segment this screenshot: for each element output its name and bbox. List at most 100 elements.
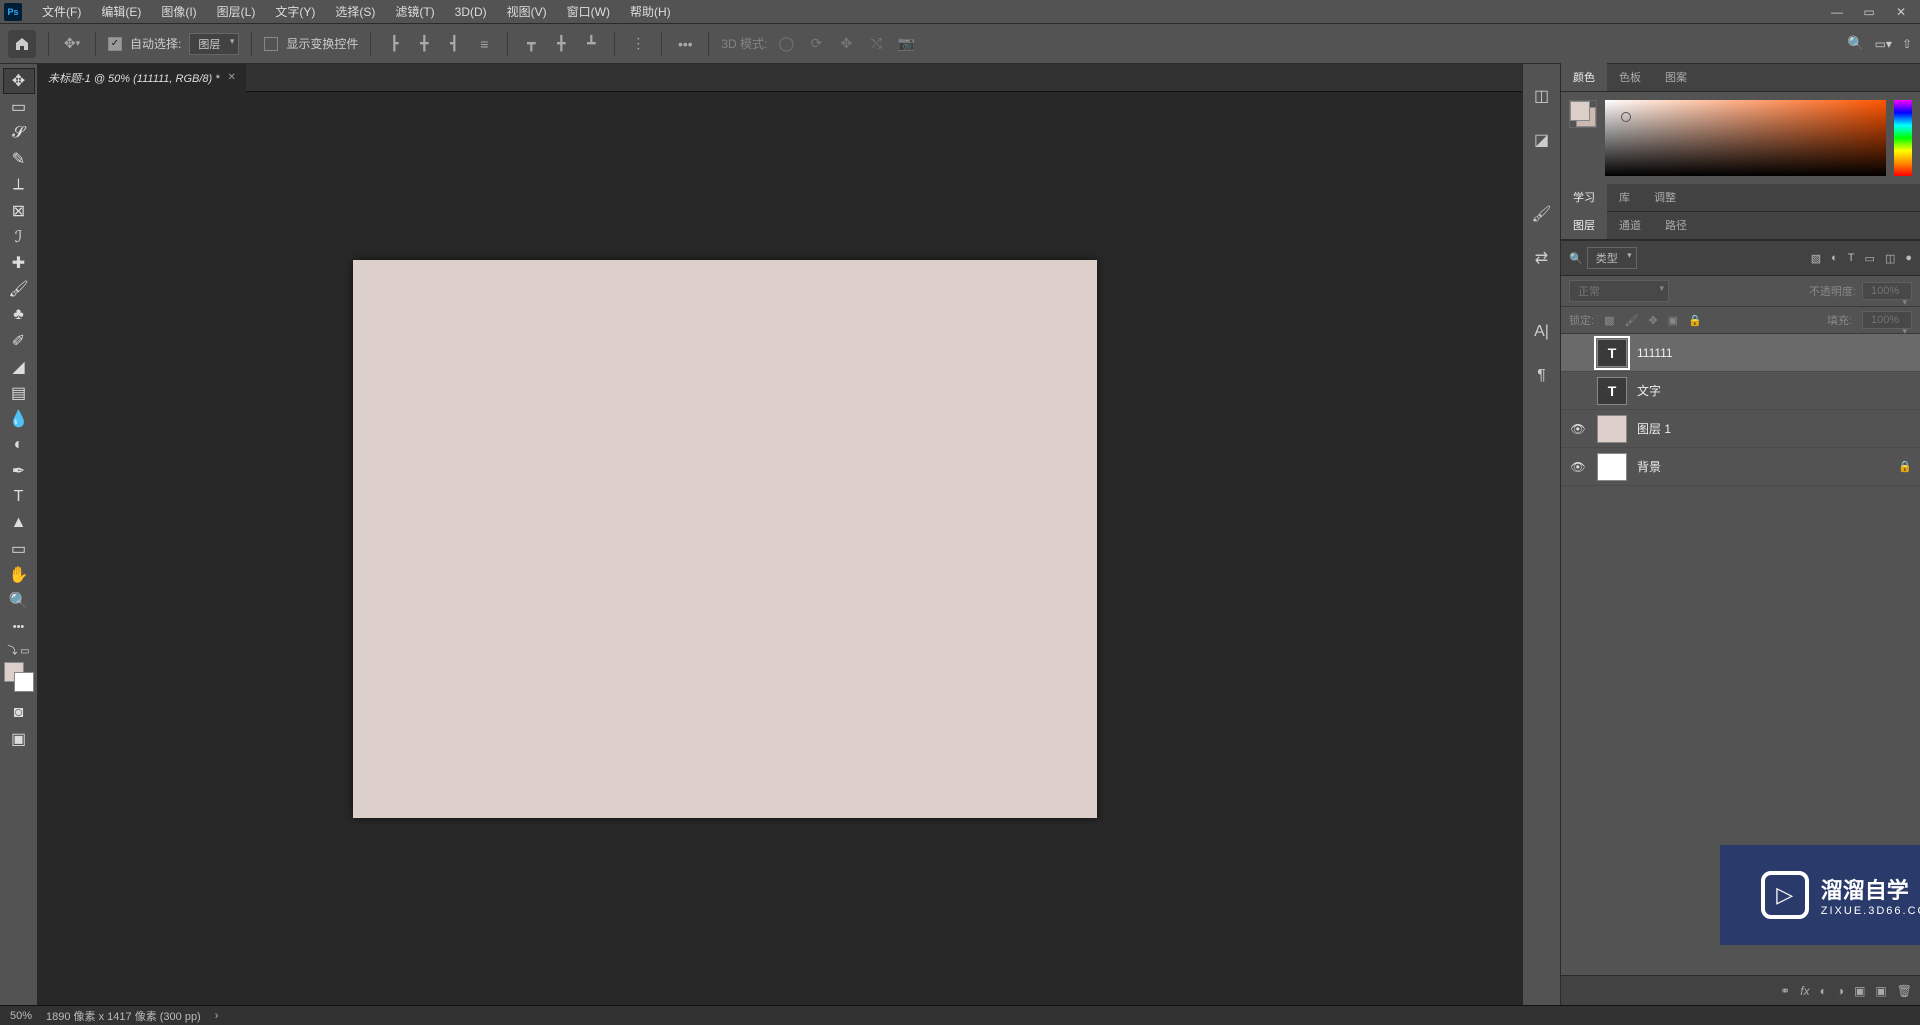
quickmask-tool[interactable]: ◙ — [3, 700, 35, 726]
mask-icon[interactable]: ◐ — [1820, 984, 1827, 998]
tab-color[interactable]: 颜色 — [1561, 63, 1607, 91]
align-top-icon[interactable]: ┳ — [520, 33, 542, 55]
move-tool[interactable]: ✥ — [3, 68, 35, 94]
tab-learn[interactable]: 学习 — [1561, 183, 1607, 211]
distribute-icon[interactable]: ≡ — [473, 33, 495, 55]
healing-tool[interactable]: ✚ — [3, 250, 35, 276]
color-panel-swatch[interactable] — [1569, 100, 1597, 128]
show-transform-checkbox[interactable] — [264, 37, 278, 51]
menu-layer[interactable]: 图层(L) — [207, 0, 266, 23]
new-layer-icon[interactable]: ▣ — [1875, 984, 1886, 998]
opacity-input[interactable]: 100% — [1862, 282, 1912, 300]
tab-paths[interactable]: 路径 — [1653, 211, 1699, 239]
filter-smart-icon[interactable]: ◫ — [1885, 252, 1895, 265]
layer-row[interactable]: 👁 背景 🔒 — [1561, 448, 1920, 486]
history-brush-tool[interactable]: ✐ — [3, 328, 35, 354]
layer-name[interactable]: 文字 — [1637, 382, 1661, 399]
delete-layer-icon[interactable]: 🗑 — [1897, 984, 1912, 998]
fg-swatch-icon[interactable] — [1570, 101, 1590, 121]
canvas-viewport[interactable] — [38, 92, 1522, 1005]
paragraph-panel-icon[interactable]: ¶ — [1530, 364, 1554, 388]
wand-tool[interactable]: ✎ — [3, 146, 35, 172]
tab-patterns[interactable]: 图案 — [1653, 63, 1699, 91]
character-panel-icon[interactable]: A| — [1530, 320, 1554, 344]
lock-image-icon[interactable]: 🖌 — [1624, 314, 1638, 327]
color-swatches[interactable] — [4, 662, 34, 692]
background-color[interactable] — [14, 672, 34, 692]
layout-icon[interactable]: ▭▾ — [1875, 37, 1892, 51]
adjustment-layer-icon[interactable]: ◑ — [1837, 984, 1844, 998]
align-right-icon[interactable]: ┫ — [443, 33, 465, 55]
more-options-icon[interactable]: ••• — [674, 33, 696, 55]
adjustments-panel-icon[interactable]: ⇄ — [1530, 246, 1554, 270]
type-tool[interactable]: T — [3, 484, 35, 510]
hue-slider[interactable] — [1894, 100, 1912, 176]
eraser-tool[interactable]: ◢ — [3, 354, 35, 380]
fill-input[interactable]: 100% — [1862, 311, 1912, 329]
layer-row[interactable]: 👁 图层 1 — [1561, 410, 1920, 448]
more-tools-icon[interactable]: ••• — [3, 614, 35, 640]
lasso-tool[interactable]: 𝓢 — [3, 120, 35, 146]
search-filter-icon[interactable]: 🔍 — [1569, 252, 1583, 265]
menu-window[interactable]: 窗口(W) — [557, 0, 620, 23]
dodge-tool[interactable]: ◐ — [3, 432, 35, 458]
document-tab[interactable]: 未标题-1 @ 50% (111111, RGB/8) * ✕ — [38, 64, 246, 92]
distribute-v-icon[interactable]: ⋮ — [627, 33, 649, 55]
properties-panel-icon[interactable]: ◪ — [1530, 128, 1554, 152]
history-panel-icon[interactable]: ◫ — [1530, 84, 1554, 108]
canvas[interactable] — [353, 260, 1097, 818]
home-button[interactable] — [8, 30, 36, 58]
menu-image[interactable]: 图像(I) — [151, 0, 206, 23]
eyedropper-tool[interactable]: ℐ — [3, 224, 35, 250]
autoselect-target-dropdown[interactable]: 图层 — [189, 33, 239, 55]
swap-colors-icon[interactable]: ⤵ ▭ — [3, 640, 35, 658]
menu-filter[interactable]: 滤镜(T) — [385, 0, 444, 23]
marquee-tool[interactable]: ▭ — [3, 94, 35, 120]
minimize-button[interactable]: — — [1822, 3, 1852, 21]
lock-position-icon[interactable]: ✥ — [1648, 314, 1657, 327]
document-info[interactable]: 1890 像素 x 1417 像素 (300 pp) — [46, 1008, 201, 1024]
filter-shape-icon[interactable]: ▭ — [1865, 252, 1875, 265]
search-icon[interactable]: 🔍 — [1847, 35, 1864, 52]
align-vcenter-icon[interactable]: ╋ — [550, 33, 572, 55]
align-bottom-icon[interactable]: ┻ — [580, 33, 602, 55]
layer-thumbnail[interactable] — [1597, 415, 1627, 443]
maximize-button[interactable]: ▭ — [1854, 3, 1884, 21]
close-button[interactable]: ✕ — [1886, 3, 1916, 21]
share-icon[interactable]: ⇧ — [1902, 37, 1912, 51]
crop-tool[interactable]: ⟂ — [3, 172, 35, 198]
layer-thumbnail-type-icon[interactable]: T — [1597, 377, 1627, 405]
path-select-tool[interactable]: ▲ — [3, 510, 35, 536]
filter-type-icon[interactable]: T — [1848, 252, 1855, 265]
pen-tool[interactable]: ✒ — [3, 458, 35, 484]
lock-artboard-icon[interactable]: ▣ — [1668, 314, 1678, 327]
tab-library[interactable]: 库 — [1607, 183, 1642, 211]
close-tab-icon[interactable]: ✕ — [228, 72, 236, 83]
tab-channels[interactable]: 通道 — [1607, 211, 1653, 239]
tab-adjust[interactable]: 调整 — [1642, 183, 1688, 211]
lock-transparency-icon[interactable]: ▩ — [1604, 314, 1614, 327]
menu-edit[interactable]: 编辑(E) — [91, 0, 151, 23]
tab-swatches[interactable]: 色板 — [1607, 63, 1653, 91]
stamp-tool[interactable]: ♣ — [3, 302, 35, 328]
layer-name[interactable]: 背景 — [1637, 458, 1661, 475]
visibility-toggle[interactable]: 👁 — [1569, 422, 1587, 436]
zoom-tool[interactable]: 🔍 — [3, 588, 35, 614]
layer-thumbnail-type-icon[interactable]: T — [1597, 339, 1627, 367]
frame-tool[interactable]: ⊠ — [3, 198, 35, 224]
screenmode-tool[interactable]: ▣ — [3, 726, 35, 752]
zoom-level[interactable]: 50% — [10, 1010, 32, 1022]
move-tool-icon[interactable]: ✥ ▾ — [61, 33, 83, 55]
link-layers-icon[interactable]: ⚭ — [1780, 984, 1790, 998]
align-left-icon[interactable]: ┣ — [383, 33, 405, 55]
lock-all-icon[interactable]: 🔒 — [1688, 314, 1702, 327]
layer-filter-dropdown[interactable]: 类型 — [1587, 247, 1637, 269]
visibility-toggle[interactable]: 👁 — [1569, 460, 1587, 474]
autoselect-checkbox[interactable]: ✓ — [108, 37, 122, 51]
menu-type[interactable]: 文字(Y) — [265, 0, 325, 23]
group-icon[interactable]: ▣ — [1854, 984, 1865, 998]
brush-tool[interactable]: 🖌 — [3, 276, 35, 302]
filter-pixel-icon[interactable]: ▧ — [1811, 252, 1821, 265]
layer-name[interactable]: 图层 1 — [1637, 420, 1671, 437]
fx-icon[interactable]: fx — [1800, 984, 1809, 998]
